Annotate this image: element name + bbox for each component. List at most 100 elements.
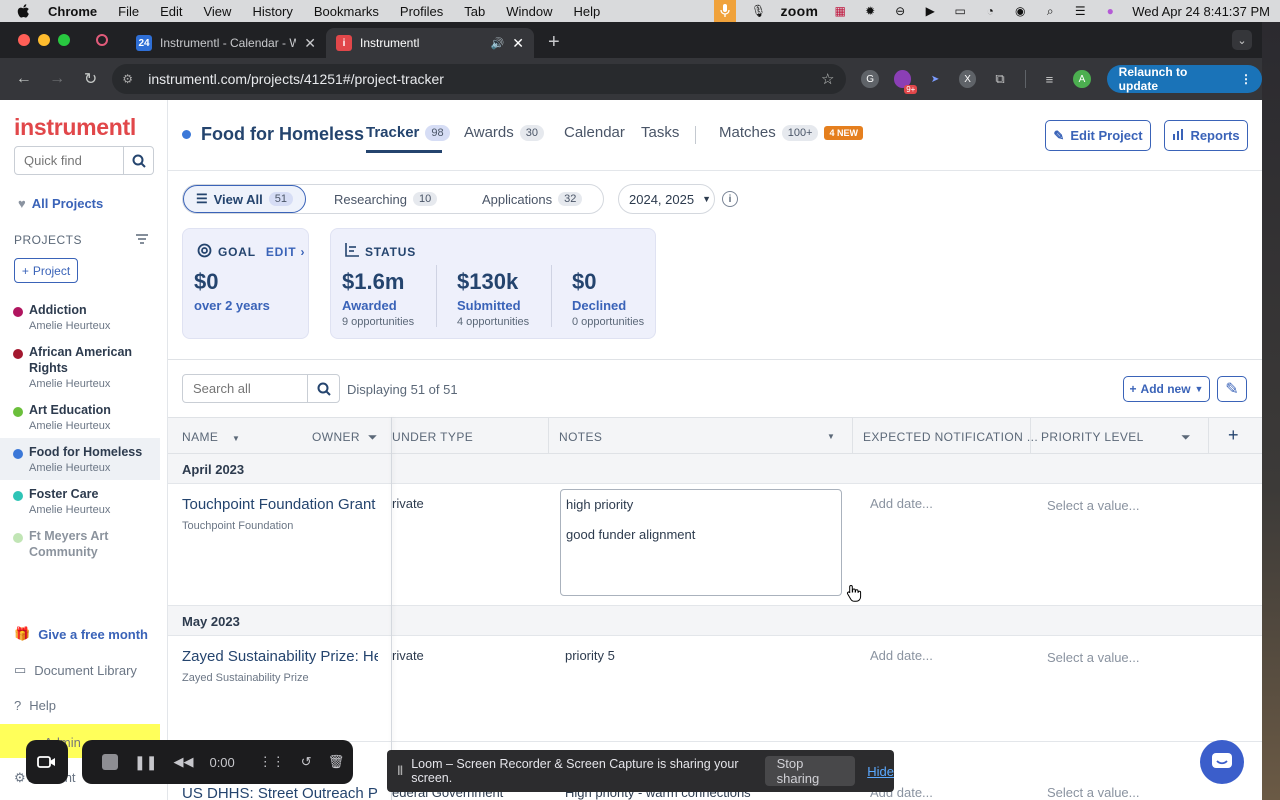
stop-recording-button[interactable] bbox=[102, 754, 118, 770]
segment-applications[interactable]: Applications 32 bbox=[482, 185, 583, 213]
tab-search-icon[interactable]: ⌄ bbox=[1232, 30, 1252, 50]
hide-sharing-bar-link[interactable]: Hide bbox=[867, 764, 894, 779]
search-icon[interactable] bbox=[123, 147, 153, 174]
menu-edit[interactable]: Edit bbox=[160, 4, 182, 19]
menu-view[interactable]: View bbox=[203, 4, 231, 19]
extension-g-icon[interactable]: G bbox=[861, 70, 879, 88]
column-header-owner[interactable]: OWNER ⏷ bbox=[312, 430, 378, 445]
search-all-input[interactable] bbox=[183, 375, 307, 402]
close-tab-icon[interactable]: ✕ bbox=[512, 35, 524, 52]
menu-app-name[interactable]: Chrome bbox=[48, 4, 97, 19]
menu-history[interactable]: History bbox=[252, 4, 292, 19]
reports-button[interactable]: Reports bbox=[1164, 120, 1248, 151]
awarded-label[interactable]: Awarded bbox=[342, 298, 397, 313]
focus-icon[interactable]: ⊖ bbox=[892, 4, 908, 18]
priority-select-cell[interactable]: Select a value... bbox=[1047, 650, 1140, 665]
filter-icon[interactable]: ⏷ bbox=[1181, 430, 1191, 445]
priority-select-cell[interactable]: Select a value... bbox=[1047, 785, 1140, 800]
profile-avatar[interactable]: A bbox=[1073, 70, 1091, 88]
extension-x-icon[interactable]: X bbox=[958, 70, 977, 88]
battery-icon[interactable]: ▭ bbox=[952, 4, 968, 18]
microphone-icon[interactable]: 🎙 bbox=[750, 4, 766, 18]
reading-list-icon[interactable]: ≡ bbox=[1041, 70, 1058, 88]
give-free-month-link[interactable]: 🎁 Give a free month bbox=[14, 626, 148, 642]
add-date-cell[interactable]: Add date... bbox=[870, 496, 933, 511]
menu-tab[interactable]: Tab bbox=[464, 4, 485, 19]
loom-record-icon[interactable] bbox=[96, 34, 108, 46]
sidebar-project-art-education[interactable]: Art Education Amelie Heurteux bbox=[0, 396, 160, 438]
menu-help[interactable]: Help bbox=[574, 4, 601, 19]
control-center-icon[interactable]: ☰ bbox=[1072, 4, 1088, 18]
segment-researching[interactable]: Researching 10 bbox=[334, 185, 438, 213]
more-vert-icon[interactable]: ⋮ bbox=[1240, 72, 1252, 86]
pause-icon[interactable]: ❚❚ bbox=[134, 754, 157, 771]
menu-profiles[interactable]: Profiles bbox=[400, 4, 443, 19]
notes-editor[interactable]: high priority good funder alignment bbox=[560, 489, 842, 596]
support-chat-button[interactable] bbox=[1200, 740, 1244, 784]
sidebar-project-foster-care[interactable]: Foster Care Amelie Heurteux bbox=[0, 480, 160, 522]
site-settings-icon[interactable]: ⚙ bbox=[122, 72, 136, 86]
funder-type-cell[interactable]: rivate bbox=[392, 648, 424, 663]
add-date-cell[interactable]: Add date... bbox=[870, 648, 933, 663]
column-header-funder-type[interactable]: UNDER TYPE bbox=[392, 430, 473, 444]
help-link[interactable]: ? Help bbox=[14, 698, 56, 713]
table-row[interactable]: Touchpoint Foundation Grant Touchpoint F… bbox=[168, 484, 1262, 606]
instrumentl-logo[interactable]: instrumentl bbox=[14, 114, 136, 141]
tab-matches[interactable]: Matches 100+ 4 NEW bbox=[719, 124, 863, 141]
speaker-icon[interactable]: 🔊 bbox=[491, 37, 505, 50]
tab-tracker[interactable]: Tracker 98 bbox=[366, 124, 450, 141]
grid-app-icon[interactable]: ▦ bbox=[832, 4, 848, 18]
new-tab-button[interactable]: + bbox=[548, 31, 560, 54]
back-arrow-icon[interactable]: ← bbox=[14, 70, 33, 88]
search-icon[interactable] bbox=[307, 375, 339, 402]
menu-file[interactable]: File bbox=[118, 4, 139, 19]
tab-tasks[interactable]: Tasks bbox=[641, 124, 679, 141]
restart-icon[interactable]: ↺ bbox=[301, 754, 312, 770]
extension-notifications-icon[interactable]: 9+ bbox=[893, 70, 918, 94]
add-new-button[interactable]: + Add new ▼ bbox=[1123, 376, 1210, 402]
menu-window[interactable]: Window bbox=[506, 4, 552, 19]
declined-label[interactable]: Declined bbox=[572, 298, 626, 313]
sidebar-project-ft-meyers-art-community[interactable]: Ft Meyers Art Community bbox=[0, 522, 160, 562]
quick-find-input[interactable] bbox=[15, 147, 123, 174]
spotlight-search-icon[interactable]: ⌕ bbox=[1042, 4, 1058, 18]
sidebar-project-addiction[interactable]: Addiction Amelie Heurteux bbox=[0, 296, 160, 338]
siri-icon[interactable]: ● bbox=[1102, 4, 1118, 18]
opportunity-name[interactable]: US DHHS: Street Outreach Pr... bbox=[182, 785, 378, 800]
extension-arrow-icon[interactable]: ➤ bbox=[926, 70, 943, 88]
notes-cell[interactable]: priority 5 bbox=[565, 648, 615, 663]
apple-icon[interactable] bbox=[16, 3, 30, 19]
opportunity-name[interactable]: Touchpoint Foundation Grant bbox=[182, 496, 378, 513]
sidebar-project-food-for-homeless[interactable]: Food for Homeless Amelie Heurteux bbox=[0, 438, 160, 480]
rewind-icon[interactable]: ◀◀ bbox=[173, 754, 193, 770]
browser-tab-instrumentl[interactable]: i Instrumentl 🔊 ✕ bbox=[326, 28, 534, 58]
column-header-priority-level[interactable]: PRIORITY LEVEL bbox=[1041, 430, 1144, 444]
reload-icon[interactable]: ↻ bbox=[81, 69, 100, 89]
tab-calendar[interactable]: Calendar bbox=[564, 124, 625, 141]
close-window-button[interactable] bbox=[18, 34, 30, 46]
add-project-button[interactable]: + Project bbox=[14, 258, 78, 283]
drag-handle-icon[interactable]: ⋮⋮ bbox=[259, 754, 285, 770]
relaunch-update-button[interactable]: Relaunch to update ⋮ bbox=[1106, 65, 1262, 93]
funder-type-cell[interactable]: rivate bbox=[392, 496, 424, 511]
caret-down-icon[interactable]: ▼ bbox=[827, 432, 835, 441]
microphone-active-icon[interactable] bbox=[714, 0, 737, 22]
add-column-plus-icon[interactable]: + bbox=[1228, 425, 1239, 446]
bookmark-star-icon[interactable]: ☆ bbox=[821, 70, 834, 88]
priority-select-cell[interactable]: Select a value... bbox=[1047, 498, 1140, 513]
edit-project-button[interactable]: ✎ Edit Project bbox=[1045, 120, 1151, 151]
goal-edit-link[interactable]: EDIT › bbox=[266, 245, 305, 259]
user-icon[interactable]: ◉ bbox=[1012, 4, 1028, 18]
loom-camera-button[interactable] bbox=[26, 740, 68, 784]
edit-columns-button[interactable]: ✎ bbox=[1217, 376, 1247, 402]
play-icon[interactable]: ▶ bbox=[922, 4, 938, 18]
column-header-notes[interactable]: NOTES bbox=[559, 430, 602, 444]
submitted-label[interactable]: Submitted bbox=[457, 298, 521, 313]
extensions-puzzle-icon[interactable]: ⧉ bbox=[991, 70, 1008, 88]
forward-arrow-icon[interactable]: → bbox=[47, 70, 66, 88]
trash-icon[interactable]: 🗑 bbox=[328, 754, 345, 770]
sidebar-project-african-american-rights[interactable]: African American Rights Amelie Heurteux bbox=[0, 338, 160, 396]
segment-view-all[interactable]: ☰ View All 51 bbox=[183, 185, 306, 213]
column-header-expected-notification[interactable]: EXPECTED NOTIFICATION ... bbox=[863, 430, 1038, 444]
document-library-link[interactable]: ▭ Document Library bbox=[14, 662, 137, 678]
